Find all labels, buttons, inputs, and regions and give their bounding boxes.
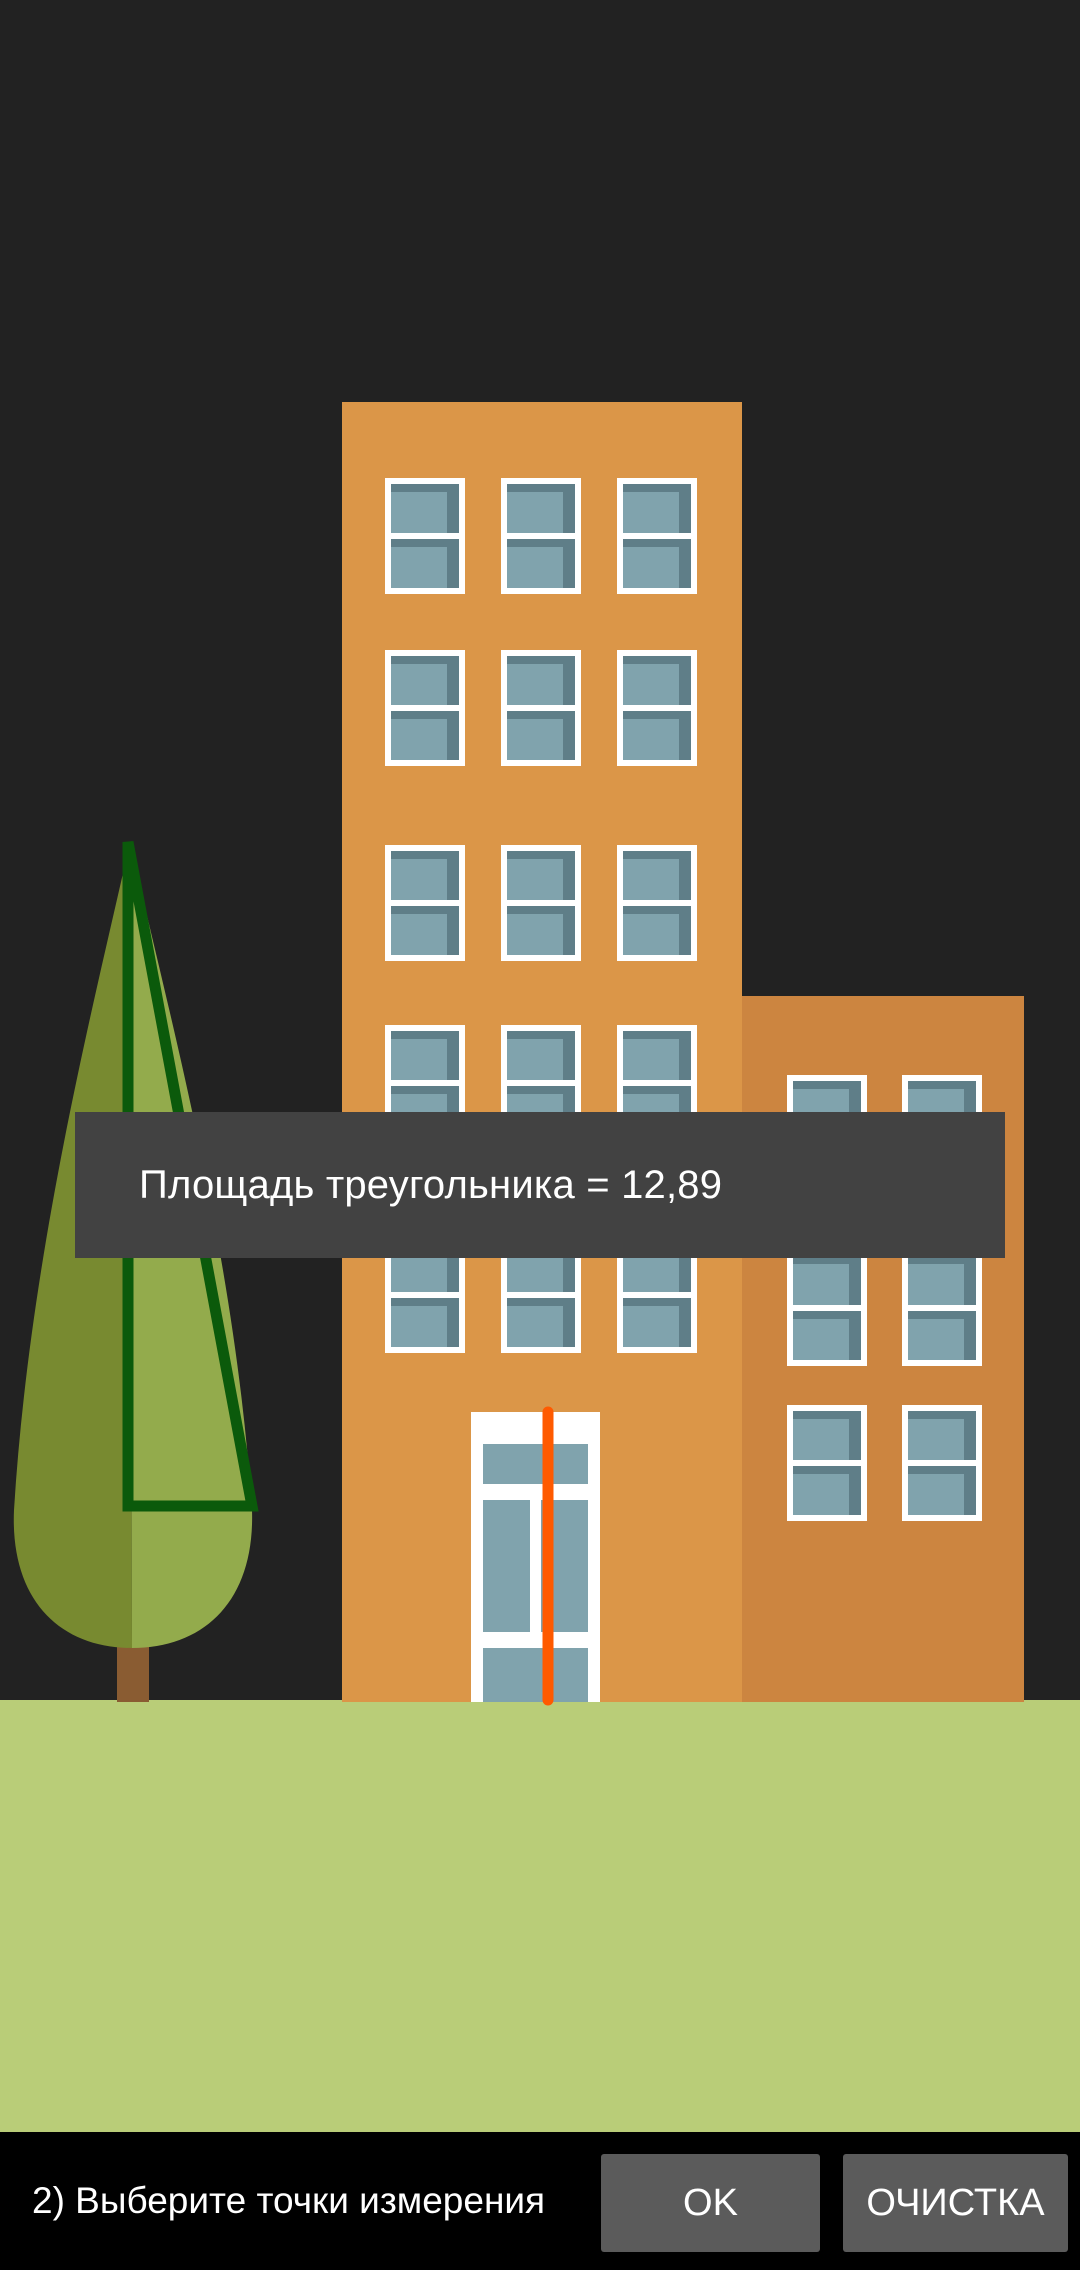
- window: [385, 650, 465, 766]
- window: [902, 1405, 982, 1521]
- ok-button[interactable]: OK: [601, 2154, 820, 2252]
- measurement-screen: Площадь треугольника = 12,89 2) Выберите…: [0, 0, 1080, 2270]
- window: [501, 478, 581, 594]
- measurement-result-toast: Площадь треугольника = 12,89: [75, 1112, 1005, 1258]
- window: [385, 478, 465, 594]
- window: [787, 1405, 867, 1521]
- window: [617, 845, 697, 961]
- window: [617, 650, 697, 766]
- bottom-toolbar: 2) Выберите точки измерения OK ОЧИСТКА: [0, 2132, 1080, 2270]
- instruction-text: 2) Выберите точки измерения: [32, 2180, 546, 2221]
- window: [617, 478, 697, 594]
- measurement-result-text: Площадь треугольника = 12,89: [139, 1162, 723, 1207]
- window: [385, 845, 465, 961]
- clear-button[interactable]: ОЧИСТКА: [843, 2154, 1068, 2252]
- ground: [0, 1700, 1080, 2132]
- building-door: [471, 1412, 600, 1702]
- window: [501, 845, 581, 961]
- camera-scene[interactable]: [0, 0, 1080, 2132]
- window: [787, 1250, 867, 1366]
- window: [501, 650, 581, 766]
- window: [902, 1250, 982, 1366]
